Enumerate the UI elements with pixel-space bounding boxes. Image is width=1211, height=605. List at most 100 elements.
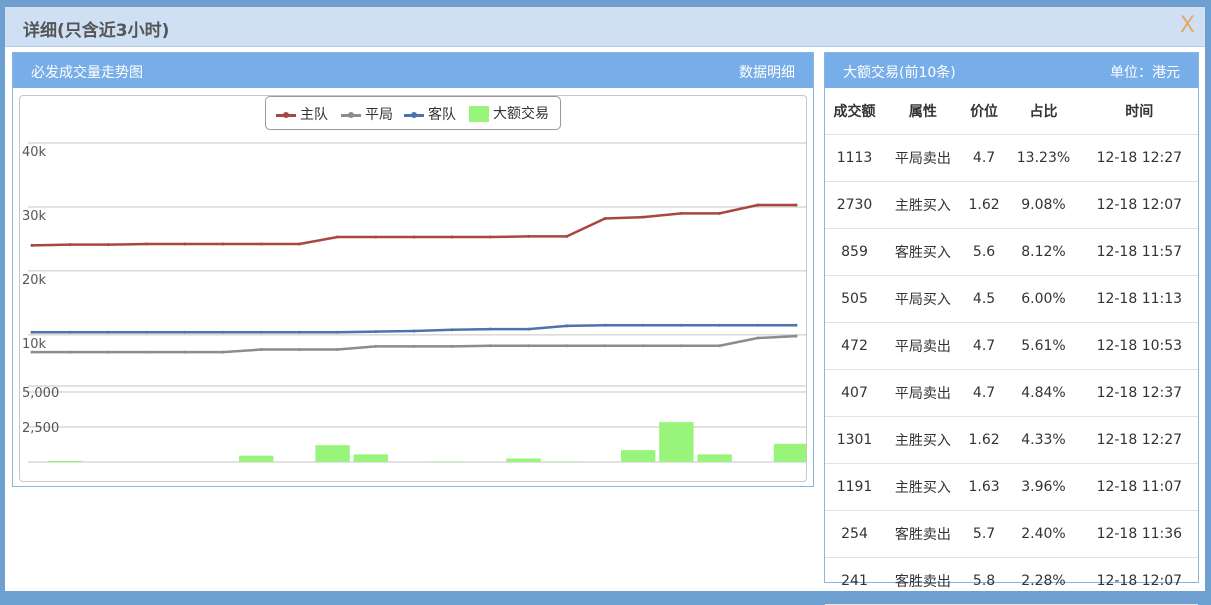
y-tick-label: 2,500 [22, 421, 59, 436]
series-point [641, 215, 645, 219]
series-point [794, 323, 798, 327]
trend-chart: 40k 30k 20k 10k 5,000 2,500 主队 平局 客队 大额交易 [19, 95, 807, 482]
legend-item-home[interactable]: 主队 [276, 104, 328, 124]
col-type: 属性 [884, 88, 962, 135]
series-point [565, 324, 569, 328]
series-point [488, 235, 492, 239]
cell-type: 平局卖出 [884, 369, 962, 417]
chart-svg: 40k 30k 20k 10k 5,000 2,500 [22, 142, 806, 463]
table-row: 241 客胜卖出 5.8 2.28% 12-18 12:07 [825, 557, 1198, 605]
legend-item-away[interactable]: 客队 [404, 104, 456, 124]
table-header-row: 成交额 属性 价位 占比 时间 [825, 88, 1198, 135]
series-point [259, 348, 263, 352]
series-point [756, 203, 760, 207]
data-detail-link[interactable]: 数据明细 [739, 62, 795, 82]
cell-price: 1.62 [961, 181, 1007, 229]
cell-share: 9.08% [1006, 181, 1081, 229]
cell-amount: 859 [825, 228, 885, 276]
y-tick-label: 5,000 [22, 386, 59, 401]
cell-share: 4.33% [1006, 416, 1081, 464]
cell-type: 客胜卖出 [884, 510, 962, 558]
cell-time: 12-18 11:13 [1080, 275, 1198, 323]
chart-panel-header: 必发成交量走势图 数据明细 [13, 53, 813, 88]
chart-legend: 主队 平局 客队 大额交易 [265, 96, 561, 130]
series-line [32, 334, 797, 354]
legend-item-large[interactable]: 大额交易 [469, 103, 549, 123]
cell-share: 8.12% [1006, 228, 1081, 276]
dialog-titlebar: 详细(只含近3小时) X [5, 7, 1205, 47]
cell-type: 客胜买入 [884, 228, 962, 276]
legend-line-home-icon [276, 111, 296, 118]
unit-label: 单位：港元 [1110, 65, 1180, 81]
cell-price: 4.5 [961, 275, 1007, 323]
col-price: 价位 [961, 88, 1007, 135]
table-row: 472 平局卖出 4.7 5.61% 12-18 10:53 [825, 322, 1198, 370]
series-point [603, 216, 607, 220]
series-point [30, 350, 34, 354]
series-point [145, 330, 149, 334]
cell-type: 主胜买入 [884, 181, 962, 229]
series-point [106, 350, 110, 354]
cell-price: 5.8 [961, 557, 1007, 605]
table-panel-header: 大额交易(前10条) 单位：港元 [825, 53, 1198, 88]
series-point [679, 323, 683, 327]
legend-box-large-icon [469, 106, 489, 122]
series-point [450, 235, 454, 239]
series-point [145, 350, 149, 354]
chart-panel-title: 必发成交量走势图 [31, 65, 143, 81]
detail-dialog: 详细(只含近3小时) X 必发成交量走势图 数据明细 40k 30k 20k 10k 5… [5, 7, 1205, 605]
cell-amount: 241 [825, 557, 885, 605]
series-point [718, 344, 722, 348]
series-point [106, 330, 110, 334]
col-share: 占比 [1006, 88, 1081, 135]
large-trade-bar [430, 461, 465, 462]
series-point [106, 243, 110, 247]
close-button[interactable]: X [1180, 13, 1195, 38]
cell-type: 平局卖出 [884, 322, 962, 370]
series-point [374, 344, 378, 348]
table-panel-title: 大额交易(前10条) [843, 65, 956, 81]
series-point [336, 330, 340, 334]
cell-share: 2.28% [1006, 557, 1081, 605]
series-point [794, 334, 798, 338]
table-row: 505 平局买入 4.5 6.00% 12-18 11:13 [825, 275, 1198, 323]
cell-amount: 1301 [825, 416, 885, 464]
cell-share: 4.84% [1006, 369, 1081, 417]
series-point [374, 330, 378, 334]
series-point [488, 344, 492, 348]
cell-time: 12-18 11:36 [1080, 510, 1198, 558]
series-point [718, 323, 722, 327]
series-point [221, 350, 225, 354]
series-point [718, 211, 722, 215]
cell-price: 1.62 [961, 416, 1007, 464]
table-panel: 大额交易(前10条) 单位：港元 成交额 属性 价位 占比 时间 1113 平局卖… [824, 52, 1199, 605]
series-point [565, 344, 569, 348]
large-trade-bar [315, 445, 350, 462]
legend-line-draw-icon [341, 111, 361, 118]
series-point [527, 327, 531, 331]
large-trade-bar [697, 454, 732, 462]
dialog-title: 详细(只含近3小时) [23, 21, 170, 41]
cell-amount: 505 [825, 275, 885, 323]
cell-type: 客胜卖出 [884, 557, 962, 605]
cell-price: 4.7 [961, 369, 1007, 417]
legend-item-draw[interactable]: 平局 [341, 104, 393, 124]
legend-label-draw: 平局 [365, 107, 393, 123]
cell-amount: 254 [825, 510, 885, 558]
series-point [221, 330, 225, 334]
large-trade-bar [353, 454, 388, 462]
series-point [336, 348, 340, 352]
table-row: 859 客胜买入 5.6 8.12% 12-18 11:57 [825, 228, 1198, 276]
y-tick-label: 30k [22, 209, 47, 224]
table-row: 1301 主胜买入 1.62 4.33% 12-18 12:27 [825, 416, 1198, 464]
y-tick-label: 10k [22, 337, 47, 352]
series-point [297, 348, 301, 352]
series-point [679, 211, 683, 215]
col-time: 时间 [1080, 88, 1198, 135]
series-point [30, 330, 34, 334]
large-trade-bar [621, 450, 656, 462]
legend-label-large: 大额交易 [493, 106, 549, 122]
series-point [565, 234, 569, 238]
cell-amount: 1191 [825, 463, 885, 511]
series-point [183, 350, 187, 354]
